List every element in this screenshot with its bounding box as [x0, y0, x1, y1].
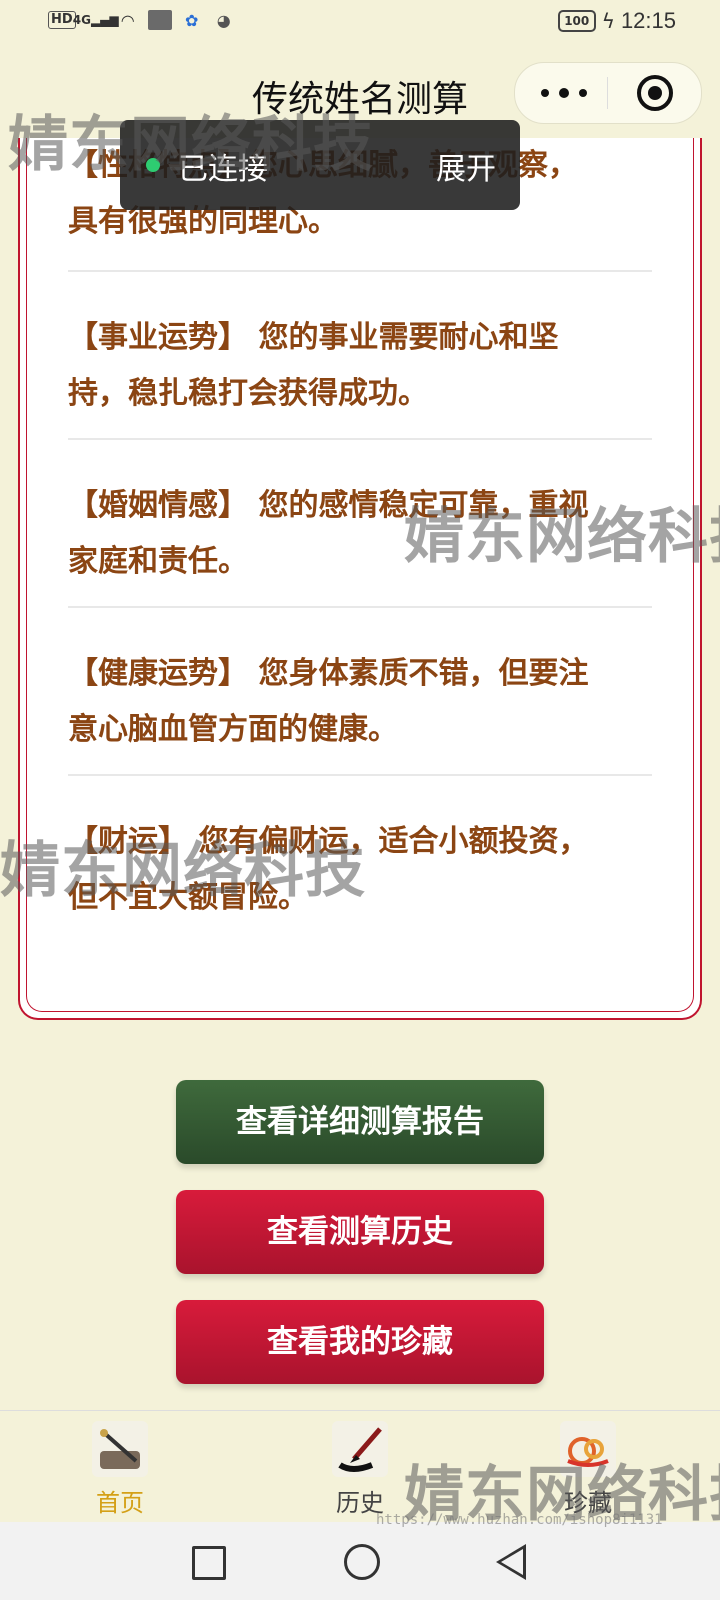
watermark-url: https://www.huzhan.com/ishop8i1131	[376, 1512, 663, 1528]
close-mini-program-icon[interactable]	[637, 75, 673, 111]
capsule-divider	[607, 77, 608, 109]
signal-icon: 4G ▂▄▆	[72, 13, 119, 27]
result-line: 意心脑血管方面的健康。	[68, 712, 398, 747]
status-left: HD 4G ▂▄▆ ◠ ✿ ◕	[48, 10, 236, 30]
watermark: 婧东网络科技	[404, 502, 720, 572]
calligraphy-brush-icon	[332, 1421, 388, 1477]
clock: 12:15	[620, 8, 676, 33]
baidu-icon: ✿	[184, 10, 199, 30]
toast-expand-button[interactable]: 展开	[436, 144, 496, 188]
status-bar: HD 4G ▂▄▆ ◠ ✿ ◕ 100 ϟ 12:15	[0, 0, 720, 46]
divider	[68, 270, 652, 272]
home-button[interactable]	[344, 1544, 380, 1580]
view-detail-report-button[interactable]: 查看详细测算报告	[176, 1080, 544, 1164]
divider	[68, 774, 652, 776]
watermark: 婧东网络科技	[0, 836, 366, 906]
view-history-button[interactable]: 查看测算历史	[176, 1190, 544, 1274]
tab-history[interactable]: 历史	[300, 1421, 420, 1518]
more-menu-icon[interactable]	[541, 77, 587, 107]
result-health: 【健康运势】 您身体素质不错，但要注 意心脑血管方面的健康。	[68, 646, 652, 758]
result-career: 【事业运势】 您的事业需要耐心和坚 持，稳扎稳打会获得成功。	[68, 310, 652, 422]
watermark: 婧东网络科技	[8, 110, 374, 180]
divider	[68, 438, 652, 440]
view-favorites-button[interactable]: 查看我的珍藏	[176, 1300, 544, 1384]
divider	[68, 606, 652, 608]
app-thumbnail-icon	[147, 10, 172, 30]
brush-inkstone-icon	[92, 1421, 148, 1477]
battery-icon: 100	[557, 10, 596, 32]
mini-program-capsule	[514, 62, 702, 124]
system-nav-bar	[0, 1522, 720, 1600]
wechat-icon: ◕	[216, 10, 231, 30]
charging-icon: ϟ	[601, 9, 615, 33]
hd-badge: HD	[48, 11, 76, 29]
result-line: 【事业运势】 您的事业需要耐心和坚	[68, 320, 559, 355]
back-button[interactable]	[496, 1544, 526, 1580]
tab-home[interactable]: 首页	[60, 1421, 180, 1518]
network-label: 4G	[72, 13, 91, 27]
recent-apps-button[interactable]	[192, 1546, 226, 1580]
result-line: 持，稳扎稳打会获得成功。	[68, 376, 428, 411]
status-right: 100 ϟ 12:15	[557, 8, 676, 34]
result-line: 【健康运势】 您身体素质不错，但要注	[68, 656, 589, 691]
wifi-icon: ◠	[120, 10, 135, 30]
tab-home-label: 首页	[96, 1489, 144, 1517]
